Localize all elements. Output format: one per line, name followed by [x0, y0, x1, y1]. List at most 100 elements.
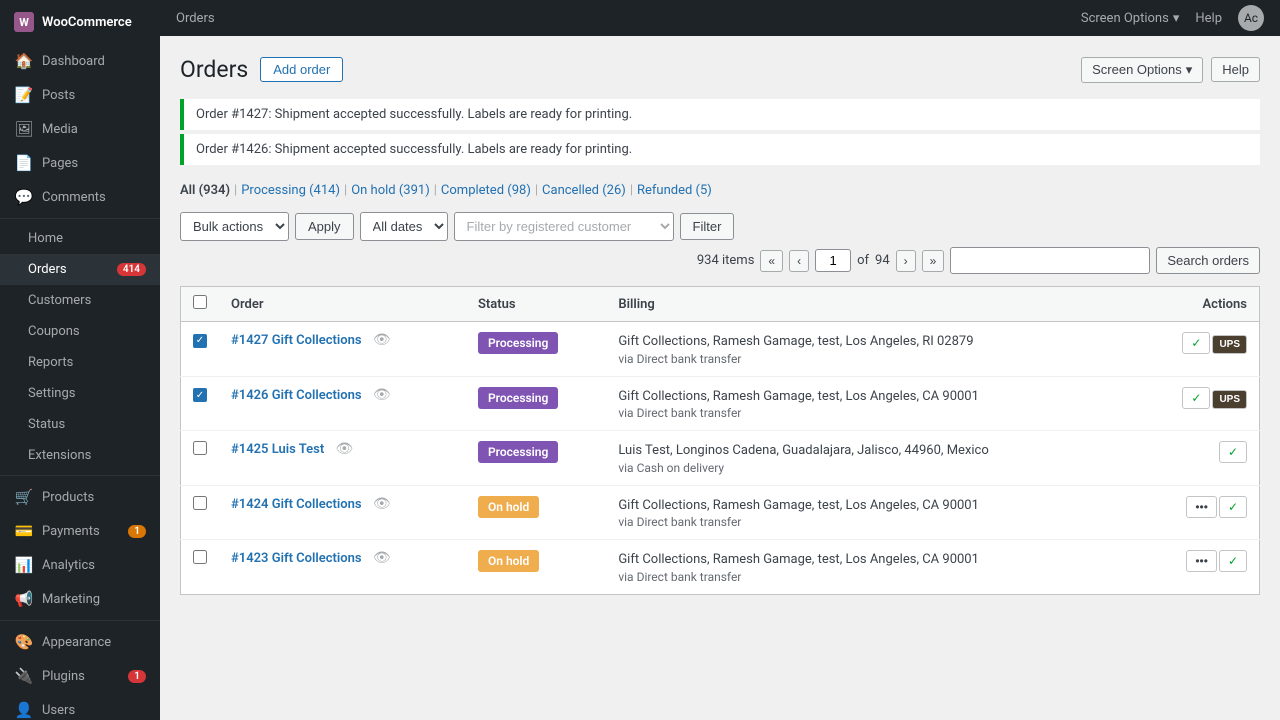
- pagination-current-input[interactable]: [815, 249, 851, 272]
- topbar-screen-options-btn[interactable]: Screen Options ▾: [1081, 11, 1180, 26]
- preview-icon-1423[interactable]: 👁: [373, 550, 391, 566]
- ups-action-btn-1427[interactable]: UPS: [1212, 335, 1247, 354]
- select-all-header[interactable]: [181, 287, 220, 322]
- sidebar-item-label: Products: [42, 490, 94, 505]
- sidebar-item-label: Payments: [42, 524, 100, 539]
- complete-action-btn-1427[interactable]: ✓: [1182, 332, 1210, 354]
- apply-button[interactable]: Apply: [295, 213, 354, 240]
- marketing-icon: 📢: [14, 590, 34, 608]
- row-checkbox-cell-1426: [181, 376, 220, 431]
- add-order-button[interactable]: Add order: [260, 57, 343, 82]
- topbar-help-btn[interactable]: Help: [1195, 11, 1222, 26]
- actions-cell-1427: ✓UPS: [1137, 322, 1260, 377]
- sidebar-item-marketing[interactable]: 📢 Marketing: [0, 582, 160, 616]
- row-checkbox-1426[interactable]: [193, 388, 207, 402]
- row-checkbox-1425[interactable]: [193, 441, 207, 455]
- sidebar-item-label: Dashboard: [42, 54, 105, 69]
- search-orders-button[interactable]: Search orders: [1156, 247, 1260, 274]
- sidebar-item-products[interactable]: 🛒 Products: [0, 480, 160, 514]
- billing-name-1423: Gift Collections, Ramesh Gamage, test, L…: [618, 550, 1125, 570]
- row-checkbox-1423[interactable]: [193, 550, 207, 564]
- sidebar-item-settings-woo[interactable]: Settings: [0, 378, 160, 409]
- sidebar-item-posts[interactable]: 📝 Posts: [0, 78, 160, 112]
- tab-cancelled[interactable]: Cancelled (26): [542, 181, 626, 200]
- payments-badge: 1: [128, 525, 146, 538]
- sidebar-divider-1: [0, 218, 160, 219]
- complete-action-btn-1426[interactable]: ✓: [1182, 387, 1210, 409]
- status-column-header: Status: [466, 287, 606, 322]
- order-link-1425[interactable]: #1425 Luis Test: [231, 442, 324, 457]
- sidebar-item-dashboard[interactable]: 🏠 Dashboard: [0, 44, 160, 78]
- tab-completed[interactable]: Completed (98): [441, 181, 531, 200]
- sidebar-item-orders[interactable]: Orders 414: [0, 254, 160, 285]
- comments-icon: 💬: [14, 188, 34, 206]
- tab-on-hold[interactable]: On hold (391): [351, 181, 430, 200]
- row-checkbox-1424[interactable]: [193, 496, 207, 510]
- plugins-icon: 🔌: [14, 667, 34, 685]
- tab-refunded[interactable]: Refunded (5): [637, 181, 712, 200]
- orders-badge: 414: [117, 263, 146, 276]
- sidebar-item-media[interactable]: 🖼 Media: [0, 112, 160, 146]
- filter-button[interactable]: Filter: [680, 213, 735, 240]
- sidebar-item-coupons[interactable]: Coupons: [0, 316, 160, 347]
- pagination-last-button[interactable]: »: [922, 250, 945, 272]
- pagination-next-button[interactable]: ›: [896, 250, 916, 272]
- dates-select[interactable]: All dates: [360, 212, 448, 241]
- topbar-user-avatar[interactable]: Ac: [1238, 5, 1264, 31]
- tab-all[interactable]: All (934): [180, 181, 230, 200]
- screen-options-button[interactable]: Screen Options ▾: [1081, 57, 1203, 83]
- search-orders-input[interactable]: [950, 247, 1150, 274]
- sidebar-item-label: Comments: [42, 190, 106, 205]
- preview-icon-1425[interactable]: 👁: [335, 441, 353, 457]
- sidebar-item-plugins[interactable]: 🔌 Plugins 1: [0, 659, 160, 693]
- sidebar-item-pages[interactable]: 📄 Pages: [0, 146, 160, 180]
- customer-filter-select[interactable]: Filter by registered customer: [454, 212, 674, 241]
- complete-action-btn-1425[interactable]: ✓: [1219, 441, 1247, 463]
- sidebar-item-payments[interactable]: 💳 Payments 1: [0, 514, 160, 548]
- preview-icon-1426[interactable]: 👁: [373, 387, 391, 403]
- order-link-1426[interactable]: #1426 Gift Collections: [231, 388, 362, 403]
- help-button[interactable]: Help: [1211, 57, 1260, 82]
- sidebar-item-reports[interactable]: Reports: [0, 347, 160, 378]
- billing-via-1424: via Direct bank transfer: [618, 515, 1125, 529]
- complete-action-btn-1424[interactable]: ✓: [1219, 496, 1247, 518]
- ups-action-btn-1426[interactable]: UPS: [1212, 390, 1247, 409]
- order-link-1423[interactable]: #1423 Gift Collections: [231, 551, 362, 566]
- sidebar: W WooCommerce 🏠 Dashboard 📝 Posts 🖼 Medi…: [0, 0, 160, 720]
- pages-icon: 📄: [14, 154, 34, 172]
- billing-name-1426: Gift Collections, Ramesh Gamage, test, L…: [618, 387, 1125, 407]
- sidebar-item-extensions[interactable]: Extensions: [0, 440, 160, 471]
- sidebar-item-home[interactable]: Home: [0, 223, 160, 254]
- sidebar-item-label: Status: [28, 417, 65, 432]
- table-row: #1426 Gift Collections 👁ProcessingGift C…: [181, 376, 1260, 431]
- sidebar-item-analytics[interactable]: 📊 Analytics: [0, 548, 160, 582]
- sidebar-item-customers[interactable]: Customers: [0, 285, 160, 316]
- more-actions-btn-1423[interactable]: •••: [1186, 550, 1217, 572]
- select-all-checkbox[interactable]: [193, 295, 207, 309]
- sidebar-brand-label: WooCommerce: [42, 15, 132, 30]
- order-link-1427[interactable]: #1427 Gift Collections: [231, 333, 362, 348]
- row-checkbox-1427[interactable]: [193, 334, 207, 348]
- preview-icon-1427[interactable]: 👁: [373, 332, 391, 348]
- sidebar-item-label: Plugins: [42, 669, 85, 684]
- sidebar-item-comments[interactable]: 💬 Comments: [0, 180, 160, 214]
- pagination-prev-button[interactable]: ‹: [789, 250, 809, 272]
- sidebar-item-users[interactable]: 👤 Users: [0, 693, 160, 720]
- pagination-first-button[interactable]: «: [760, 250, 783, 272]
- order-link-1424[interactable]: #1424 Gift Collections: [231, 497, 362, 512]
- actions-cell-1424: •••✓: [1137, 485, 1260, 540]
- sidebar-item-appearance[interactable]: 🎨 Appearance: [0, 625, 160, 659]
- more-actions-btn-1424[interactable]: •••: [1186, 496, 1217, 518]
- preview-icon-1424[interactable]: 👁: [373, 496, 391, 512]
- order-column-header[interactable]: Order: [219, 287, 466, 322]
- tab-processing[interactable]: Processing (414): [241, 181, 340, 200]
- table-row: #1425 Luis Test 👁ProcessingLuis Test, Lo…: [181, 431, 1260, 486]
- sidebar-item-status[interactable]: Status: [0, 409, 160, 440]
- sidebar-woocommerce-logo[interactable]: W WooCommerce: [0, 0, 160, 44]
- chevron-down-icon: ▾: [1186, 62, 1193, 78]
- appearance-icon: 🎨: [14, 633, 34, 651]
- complete-action-btn-1423[interactable]: ✓: [1219, 550, 1247, 572]
- sidebar-item-label: Home: [28, 231, 63, 246]
- posts-icon: 📝: [14, 86, 34, 104]
- bulk-actions-select[interactable]: Bulk actions: [180, 212, 289, 241]
